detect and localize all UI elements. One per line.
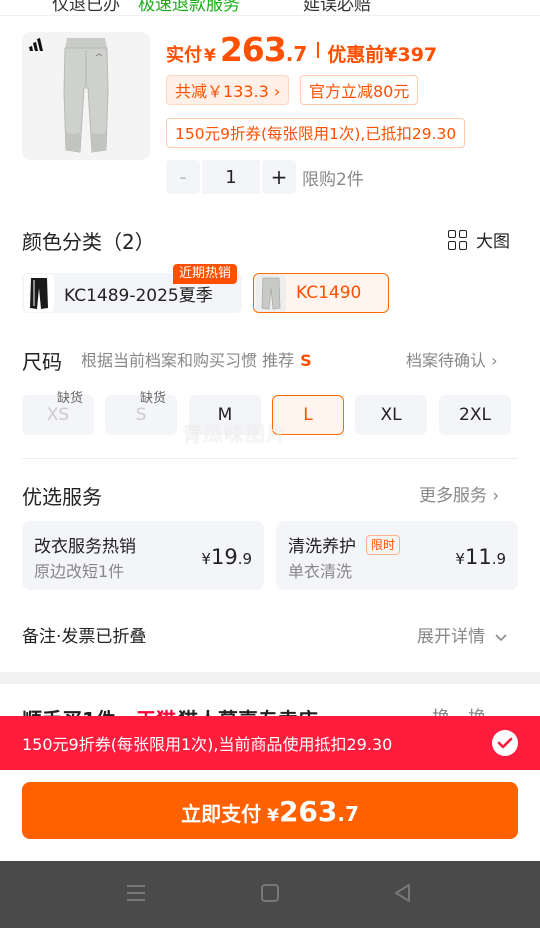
- service-card-cleaning[interactable]: 清洗养护 限时 单衣清洗 ¥11.9: [276, 521, 518, 590]
- divider: [22, 458, 518, 459]
- pay-now-button[interactable]: 立即支付 ¥ 263 .7: [22, 782, 518, 839]
- service-refund-text: 仅退已办: [52, 0, 120, 15]
- order-confirm-page: 仅退已办 极速退款服务 延误必赔 实付 ¥ 263 .7 优惠前 ¥397 共减…: [0, 0, 540, 928]
- actual-pay-label: 实付: [166, 45, 202, 66]
- out-of-stock-label: 缺货: [140, 391, 167, 406]
- purchase-limit-text: 限购2件: [302, 169, 364, 190]
- size-option-2xl[interactable]: 2XL: [439, 395, 511, 435]
- expand-details-button[interactable]: 展开详情: [417, 622, 508, 647]
- total-discount-tag[interactable]: 共减￥133.3 ›: [166, 75, 290, 105]
- service-price: ¥11.9: [455, 545, 506, 569]
- official-discount-tag: 官方立减80元: [300, 75, 419, 105]
- top-service-strip: 仅退已办 极速退款服务 延误必赔: [0, 0, 540, 16]
- recommended-size: S: [300, 351, 312, 370]
- price-currency: ¥: [204, 46, 216, 66]
- product-image[interactable]: [22, 32, 150, 160]
- watermark: 青瓜味图片: [182, 422, 287, 446]
- menu-icon[interactable]: [126, 883, 146, 903]
- service-desc: 原边改短1件: [34, 562, 125, 581]
- price-separator: [317, 42, 320, 58]
- brand-logo-icon: [29, 38, 43, 51]
- service-name: 改衣服务热销: [34, 537, 136, 557]
- color-section-title: 颜色分类（2）: [22, 230, 155, 254]
- system-navigation-bar: [0, 861, 540, 928]
- pay-price-integer: 263: [278, 795, 338, 828]
- big-image-label: 大图: [476, 232, 510, 252]
- quantity-stepper: - 1 + 限购2件: [166, 160, 364, 194]
- coupon-applied-bar[interactable]: 150元9折券(每张限用1次),当前商品使用抵扣29.30: [0, 716, 540, 770]
- size-archive-link[interactable]: 档案待确认 ›: [406, 347, 498, 371]
- service-name: 清洗养护: [288, 537, 356, 557]
- limited-time-badge: 限时: [366, 535, 401, 555]
- size-section-title: 尺码: [22, 350, 62, 374]
- big-image-button[interactable]: 大图: [448, 227, 510, 252]
- color-option-kc1490[interactable]: KC1490: [253, 273, 389, 313]
- gray-pants-thumbnail: [256, 274, 286, 312]
- chevron-right-icon: ›: [492, 486, 500, 506]
- section-gap: [0, 672, 540, 684]
- pay-label: 立即支付: [181, 802, 262, 826]
- price-decimal: .7: [285, 42, 308, 66]
- pay-currency: ¥: [267, 806, 279, 826]
- remark-invoice-row[interactable]: 备注·发票已折叠: [22, 622, 146, 647]
- service-desc: 单衣清洗: [288, 562, 353, 581]
- home-icon[interactable]: [260, 883, 280, 903]
- grid-icon: [448, 229, 468, 250]
- more-services-label: 更多服务: [419, 486, 487, 506]
- service-delay-text: 延误必赔: [303, 0, 371, 15]
- original-price-label: 优惠前: [327, 44, 385, 66]
- quantity-minus-button[interactable]: -: [166, 160, 200, 194]
- color-option-label: KC1489-2025夏季: [64, 285, 213, 306]
- bottom-pay-area: 立即支付 ¥ 263 .7: [0, 770, 540, 861]
- service-fast-refund-text: 极速退款服务: [138, 0, 240, 15]
- service-section-title: 优选服务: [22, 485, 102, 509]
- pay-price-decimal: .7: [337, 802, 359, 826]
- more-services-link[interactable]: 更多服务 ›: [419, 481, 499, 506]
- chevron-right-icon: ›: [491, 351, 498, 370]
- archive-label: 档案待确认: [406, 351, 487, 370]
- size-option-xl[interactable]: XL: [355, 395, 427, 435]
- color-option-label: KC1490: [296, 283, 362, 303]
- size-hint-text: 根据当前档案和购买习惯 推荐: [81, 351, 295, 370]
- service-card-alteration[interactable]: 改衣服务热销 原边改短1件 ¥19.9: [22, 521, 264, 590]
- size-recommend-hint: 根据当前档案和购买习惯 推荐 S: [81, 347, 312, 371]
- hot-sale-badge: 近期热销: [173, 264, 238, 284]
- black-pants-thumbnail: [24, 274, 54, 312]
- out-of-stock-label: 缺货: [57, 391, 84, 406]
- coupon-applied-tag[interactable]: 150元9折券(每张限用1次),已抵扣29.30: [166, 118, 466, 148]
- quantity-value[interactable]: 1: [202, 160, 260, 194]
- price-row: 实付 ¥ 263 .7 优惠前 ¥397: [166, 30, 437, 70]
- chevron-down-icon: [495, 634, 507, 642]
- check-icon[interactable]: [492, 730, 518, 756]
- back-icon[interactable]: [393, 883, 413, 903]
- original-price: ¥397: [384, 44, 438, 66]
- coupon-bar-text: 150元9折券(每张限用1次),当前商品使用抵扣29.30: [22, 735, 393, 754]
- price-integer: 263: [219, 30, 287, 69]
- service-price: ¥19.9: [201, 545, 252, 569]
- expand-label: 展开详情: [417, 627, 485, 647]
- quantity-plus-button[interactable]: +: [262, 160, 296, 194]
